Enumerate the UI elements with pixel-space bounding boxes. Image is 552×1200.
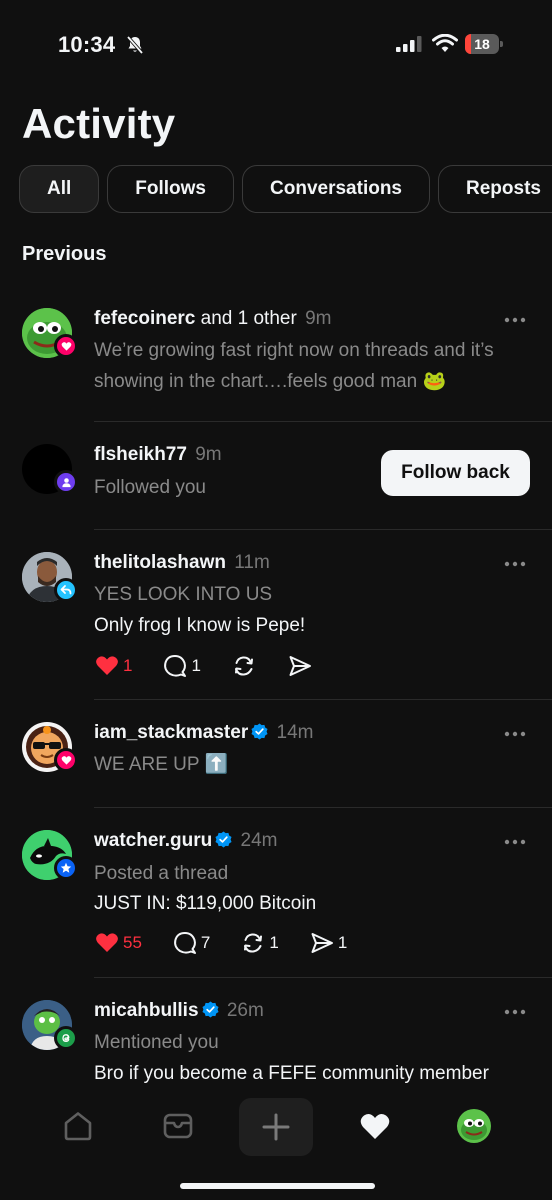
username[interactable]: micahbullis — [94, 1000, 199, 1021]
timestamp: 24m — [240, 830, 278, 851]
post-actions: 55 7 1 1 — [94, 929, 377, 957]
like-count: 1 — [123, 656, 133, 675]
repost-button[interactable] — [231, 653, 257, 679]
heart-badge-icon — [54, 334, 78, 358]
send-icon — [311, 933, 333, 953]
section-label-previous: Previous — [22, 243, 107, 265]
bell-muted-icon — [126, 35, 144, 55]
activity-item[interactable]: watcher.guru 24m Posted a thread JUST IN… — [0, 808, 552, 978]
username-line: micahbullis 26m — [94, 1000, 264, 1022]
status-bar: 10:34 18 — [0, 0, 552, 90]
username-line: iam_stackmaster 14m — [94, 722, 313, 744]
nav-profile[interactable] — [436, 1098, 512, 1154]
wifi-icon — [432, 34, 458, 52]
more-options-icon[interactable] — [503, 560, 527, 568]
nav-activity[interactable] — [337, 1098, 413, 1154]
timestamp: 26m — [226, 1000, 264, 1021]
tab-conversations[interactable]: Conversations — [242, 165, 430, 213]
repost-icon — [244, 933, 263, 953]
share-count: 1 — [337, 933, 348, 952]
inbox-icon — [163, 1113, 193, 1139]
reply-count: 7 — [200, 933, 211, 952]
timestamp: 9m — [195, 444, 222, 465]
more-options-icon[interactable] — [503, 730, 527, 738]
nav-new-thread[interactable] — [239, 1098, 313, 1156]
timestamp: 14m — [276, 722, 314, 743]
like-button[interactable]: 55 — [94, 930, 142, 956]
username[interactable]: watcher.guru — [94, 830, 212, 851]
nav-home[interactable] — [40, 1098, 116, 1154]
page-title: Activity — [22, 100, 176, 147]
comment-icon — [164, 655, 187, 677]
activity-text: WE ARE UP ⬆️ — [94, 754, 229, 775]
repost-button[interactable]: 1 — [240, 930, 279, 956]
verified-badge-icon — [202, 1001, 219, 1018]
activity-item[interactable]: fefecoinerc and 1 other 9m We’re growing… — [0, 306, 552, 422]
username[interactable]: fefecoinerc — [94, 308, 195, 329]
timestamp: 9m — [305, 308, 332, 329]
repost-count: 1 — [269, 933, 279, 952]
battery-percent: 18 — [474, 36, 490, 52]
tab-follows[interactable]: Follows — [107, 165, 235, 213]
star-badge-icon — [54, 856, 78, 880]
thread-content[interactable]: JUST IN: $119,000 Bitcoin — [94, 893, 316, 915]
username-line: fefecoinerc and 1 other 9m — [94, 308, 331, 330]
heart-badge-icon — [54, 748, 78, 772]
heart-filled-icon — [96, 933, 118, 952]
tab-all[interactable]: All — [19, 165, 100, 213]
battery-indicator: 18 — [465, 34, 503, 54]
username-line: thelitolashawn 11m — [94, 552, 270, 574]
filter-tabs: All Follows Conversations Reposts — [19, 165, 552, 215]
activity-text: Posted a thread — [94, 863, 229, 884]
activity-item[interactable]: flsheikh77 9m Followed you Follow back — [0, 422, 552, 530]
activity-item[interactable]: thelitolashawn 11m YES LOOK INTO US Only… — [0, 530, 552, 700]
repost-icon — [234, 656, 253, 676]
more-options-icon[interactable] — [503, 838, 527, 846]
reply-button[interactable]: 1 — [162, 653, 201, 679]
status-time: 10:34 — [58, 32, 116, 57]
new-thread-icon — [262, 1113, 290, 1141]
activity-item[interactable]: iam_stackmaster 14m WE ARE UP ⬆️ — [0, 700, 552, 808]
more-options-icon[interactable] — [503, 316, 527, 324]
username-extra: and 1 other — [200, 308, 297, 329]
person-badge-icon — [54, 470, 78, 494]
profile-avatar — [457, 1109, 491, 1143]
send-icon — [289, 656, 311, 676]
mention-content[interactable]: Bro if you become a FEFE community membe… — [94, 1063, 489, 1085]
username-line: watcher.guru 24m — [94, 830, 278, 852]
nav-inbox[interactable] — [140, 1098, 216, 1154]
activity-text: YES LOOK INTO US — [94, 584, 273, 605]
activity-item[interactable]: micahbullis 26m Mentioned you Bro if you… — [0, 978, 552, 1090]
username[interactable]: thelitolashawn — [94, 552, 226, 573]
cellular-signal-icon — [396, 36, 422, 52]
follow-back-button[interactable]: Follow back — [381, 450, 530, 496]
share-button[interactable] — [287, 653, 313, 679]
reply-content[interactable]: Only frog I know is Pepe! — [94, 615, 305, 637]
verified-badge-icon — [215, 831, 232, 848]
threads-badge-icon — [54, 1026, 78, 1050]
username[interactable]: flsheikh77 — [94, 444, 187, 465]
like-count: 55 — [123, 933, 142, 952]
reply-badge-icon — [54, 578, 78, 602]
reply-button[interactable]: 7 — [172, 930, 210, 956]
activity-heart-icon — [360, 1113, 390, 1139]
comment-icon — [174, 932, 196, 954]
username[interactable]: iam_stackmaster — [94, 722, 248, 743]
post-actions: 1 1 — [94, 652, 343, 680]
reply-count: 1 — [191, 656, 201, 675]
activity-text: Mentioned you — [94, 1032, 219, 1053]
heart-filled-icon — [96, 656, 118, 675]
home-icon — [64, 1112, 92, 1141]
home-indicator — [180, 1183, 375, 1189]
more-options-icon[interactable] — [503, 1008, 527, 1016]
username-line: flsheikh77 9m — [94, 444, 222, 466]
activity-text: We’re growing fast right now on threads … — [94, 340, 494, 392]
tab-reposts[interactable]: Reposts — [438, 165, 552, 213]
verified-badge-icon — [251, 723, 268, 740]
timestamp: 11m — [234, 552, 270, 573]
share-button[interactable]: 1 — [309, 930, 347, 956]
like-button[interactable]: 1 — [94, 653, 132, 679]
